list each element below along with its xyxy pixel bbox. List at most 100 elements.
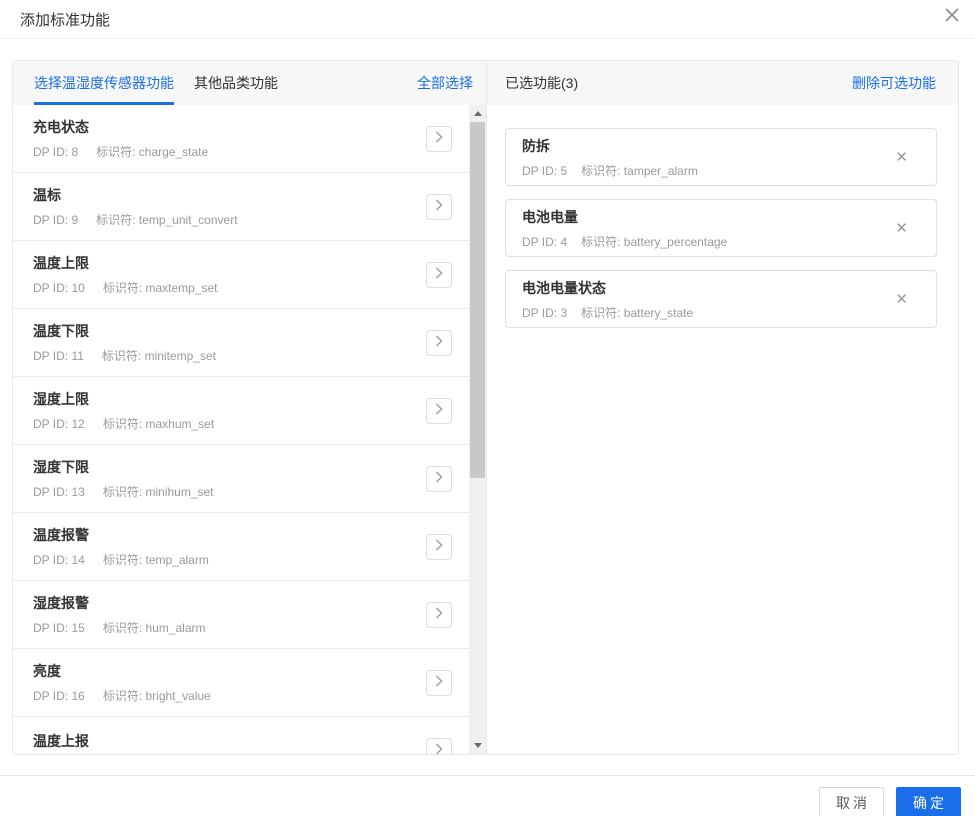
identifier-label: 标识符: bright_value [102, 689, 211, 703]
selected-function-card: 电池电量状态 DP ID: 3 标识符: battery_state ✕ [505, 270, 937, 328]
function-title: 温度下限 [33, 323, 89, 339]
function-title: 湿度上限 [33, 391, 89, 407]
list-item: 温度上报 [13, 717, 469, 754]
list-item-text: 温度下限 DP ID: 11 标识符: minitemp_set [33, 321, 216, 364]
add-function-button[interactable] [426, 465, 452, 492]
triangle-down-icon [473, 743, 482, 748]
close-icon: ✕ [895, 219, 908, 237]
identifier-label: 标识符: maxtemp_set [102, 281, 218, 295]
function-meta: DP ID: 14 标识符: temp_alarm [33, 551, 209, 568]
chevron-right-icon [435, 675, 443, 690]
function-meta: DP ID: 12 标识符: maxhum_set [33, 415, 214, 432]
close-icon [945, 7, 959, 25]
remove-optional-functions-link[interactable]: 删除可选功能 [852, 73, 936, 93]
identifier-label: 标识符: temp_alarm [102, 553, 209, 567]
dialog-footer: 取消 确定 [0, 775, 975, 816]
chevron-right-icon [435, 539, 443, 554]
add-function-button[interactable] [426, 669, 452, 696]
cancel-button[interactable]: 取消 [819, 787, 884, 816]
list-item: 湿度上限 DP ID: 12 标识符: maxhum_set [13, 377, 469, 445]
chevron-right-icon [435, 471, 443, 486]
identifier-label: 标识符: battery_state [581, 305, 694, 320]
dp-id-label: DP ID: 9 [33, 213, 79, 227]
add-function-button[interactable] [426, 533, 452, 560]
card-text: 电池电量 DP ID: 4 标识符: battery_percentage [522, 207, 727, 250]
category-tabs: 选择温湿度传感器功能 其他品类功能 [34, 61, 278, 105]
selected-function-card: 电池电量 DP ID: 4 标识符: battery_percentage ✕ [505, 199, 937, 257]
remove-function-button[interactable]: ✕ [893, 148, 910, 167]
close-icon: ✕ [895, 290, 908, 308]
dp-id-label: DP ID: 8 [33, 145, 79, 159]
remove-function-button[interactable]: ✕ [893, 219, 910, 238]
identifier-label: 标识符: hum_alarm [102, 621, 206, 635]
confirm-button[interactable]: 确定 [896, 787, 961, 816]
card-text: 电池电量状态 DP ID: 3 标识符: battery_state [522, 278, 693, 321]
list-item: 充电状态 DP ID: 8 标识符: charge_state [13, 105, 469, 173]
dialog-header: 添加标准功能 [0, 0, 975, 39]
function-meta: DP ID: 13 标识符: minihum_set [33, 483, 214, 500]
list-item-text: 温度上报 [33, 731, 89, 755]
list-item-text: 温度报警 DP ID: 14 标识符: temp_alarm [33, 525, 209, 568]
function-meta: DP ID: 10 标识符: maxtemp_set [33, 279, 218, 296]
add-function-button[interactable] [426, 125, 452, 152]
available-functions-panel: 选择温湿度传感器功能 其他品类功能 全部选择 充电状态 DP ID: 8 标识符:… [13, 61, 487, 754]
add-function-button[interactable] [426, 329, 452, 356]
available-functions-list: 充电状态 DP ID: 8 标识符: charge_state 温标 DP ID… [13, 105, 486, 754]
selected-function-card: 防拆 DP ID: 5 标识符: tamper_alarm ✕ [505, 128, 937, 186]
function-meta: DP ID: 5 标识符: tamper_alarm [522, 162, 698, 179]
list-item: 亮度 DP ID: 16 标识符: bright_value [13, 649, 469, 717]
function-title: 温度上报 [33, 732, 89, 749]
list-item-text: 亮度 DP ID: 16 标识符: bright_value [33, 661, 211, 704]
dp-id-label: DP ID: 16 [33, 689, 85, 703]
dp-id-label: DP ID: 13 [33, 485, 85, 499]
scrollbar-thumb[interactable] [470, 122, 485, 478]
list-item-text: 充电状态 DP ID: 8 标识符: charge_state [33, 117, 208, 160]
function-picker-panels: 选择温湿度传感器功能 其他品类功能 全部选择 充电状态 DP ID: 8 标识符:… [12, 60, 959, 755]
remove-function-button[interactable]: ✕ [893, 290, 910, 309]
list-item: 温度报警 DP ID: 14 标识符: temp_alarm [13, 513, 469, 581]
dp-id-label: DP ID: 11 [33, 349, 84, 363]
add-standard-function-dialog: 添加标准功能 选择温湿度传感器功能 其他品类功能 全部选择 充电状态 DP ID… [0, 0, 975, 816]
select-all-link[interactable]: 全部选择 [417, 73, 473, 93]
scroll-up-button[interactable] [469, 105, 486, 122]
tab-temp-humidity-sensor-functions[interactable]: 选择温湿度传感器功能 [34, 61, 174, 105]
list-item: 湿度下限 DP ID: 13 标识符: minihum_set [13, 445, 469, 513]
function-title: 充电状态 [33, 119, 89, 135]
list-item-text: 温度上限 DP ID: 10 标识符: maxtemp_set [33, 253, 218, 296]
tab-other-category-functions[interactable]: 其他品类功能 [194, 61, 278, 105]
scroll-down-button[interactable] [469, 737, 486, 754]
close-icon: ✕ [895, 148, 908, 166]
dialog-close-button[interactable] [939, 3, 965, 29]
function-meta: DP ID: 9 标识符: temp_unit_convert [33, 211, 238, 228]
identifier-label: 标识符: minitemp_set [101, 349, 216, 363]
add-function-button[interactable] [426, 601, 452, 628]
dp-id-label: DP ID: 14 [33, 553, 85, 567]
list-item: 湿度报警 DP ID: 15 标识符: hum_alarm [13, 581, 469, 649]
add-function-button[interactable] [426, 193, 452, 220]
dp-id-label: DP ID: 5 [522, 163, 568, 178]
add-function-button[interactable] [426, 737, 452, 754]
list-item: 温度上限 DP ID: 10 标识符: maxtemp_set [13, 241, 469, 309]
list-scrollbar [469, 105, 486, 754]
chevron-right-icon [435, 335, 443, 350]
add-function-button[interactable] [426, 261, 452, 288]
chevron-right-icon [435, 743, 443, 754]
function-title: 温度上限 [33, 255, 89, 271]
list-item-text: 湿度报警 DP ID: 15 标识符: hum_alarm [33, 593, 206, 636]
function-meta: DP ID: 8 标识符: charge_state [33, 143, 208, 160]
dp-id-label: DP ID: 4 [522, 234, 568, 249]
function-title: 电池电量状态 [522, 279, 606, 296]
identifier-label: 标识符: maxhum_set [102, 417, 215, 431]
list-item-text: 湿度上限 DP ID: 12 标识符: maxhum_set [33, 389, 214, 432]
chevron-right-icon [435, 199, 443, 214]
function-meta: DP ID: 15 标识符: hum_alarm [33, 619, 206, 636]
identifier-label: 标识符: temp_unit_convert [96, 213, 238, 227]
selected-functions-panel: 已选功能(3) 删除可选功能 防拆 DP ID: 5 标识符: tamper_al… [487, 61, 958, 754]
identifier-label: 标识符: battery_percentage [581, 234, 728, 249]
function-title: 电池电量 [522, 208, 578, 225]
chevron-right-icon [435, 403, 443, 418]
identifier-label: 标识符: charge_state [96, 145, 209, 159]
add-function-button[interactable] [426, 397, 452, 424]
chevron-right-icon [435, 607, 443, 622]
function-meta: DP ID: 3 标识符: battery_state [522, 304, 693, 321]
